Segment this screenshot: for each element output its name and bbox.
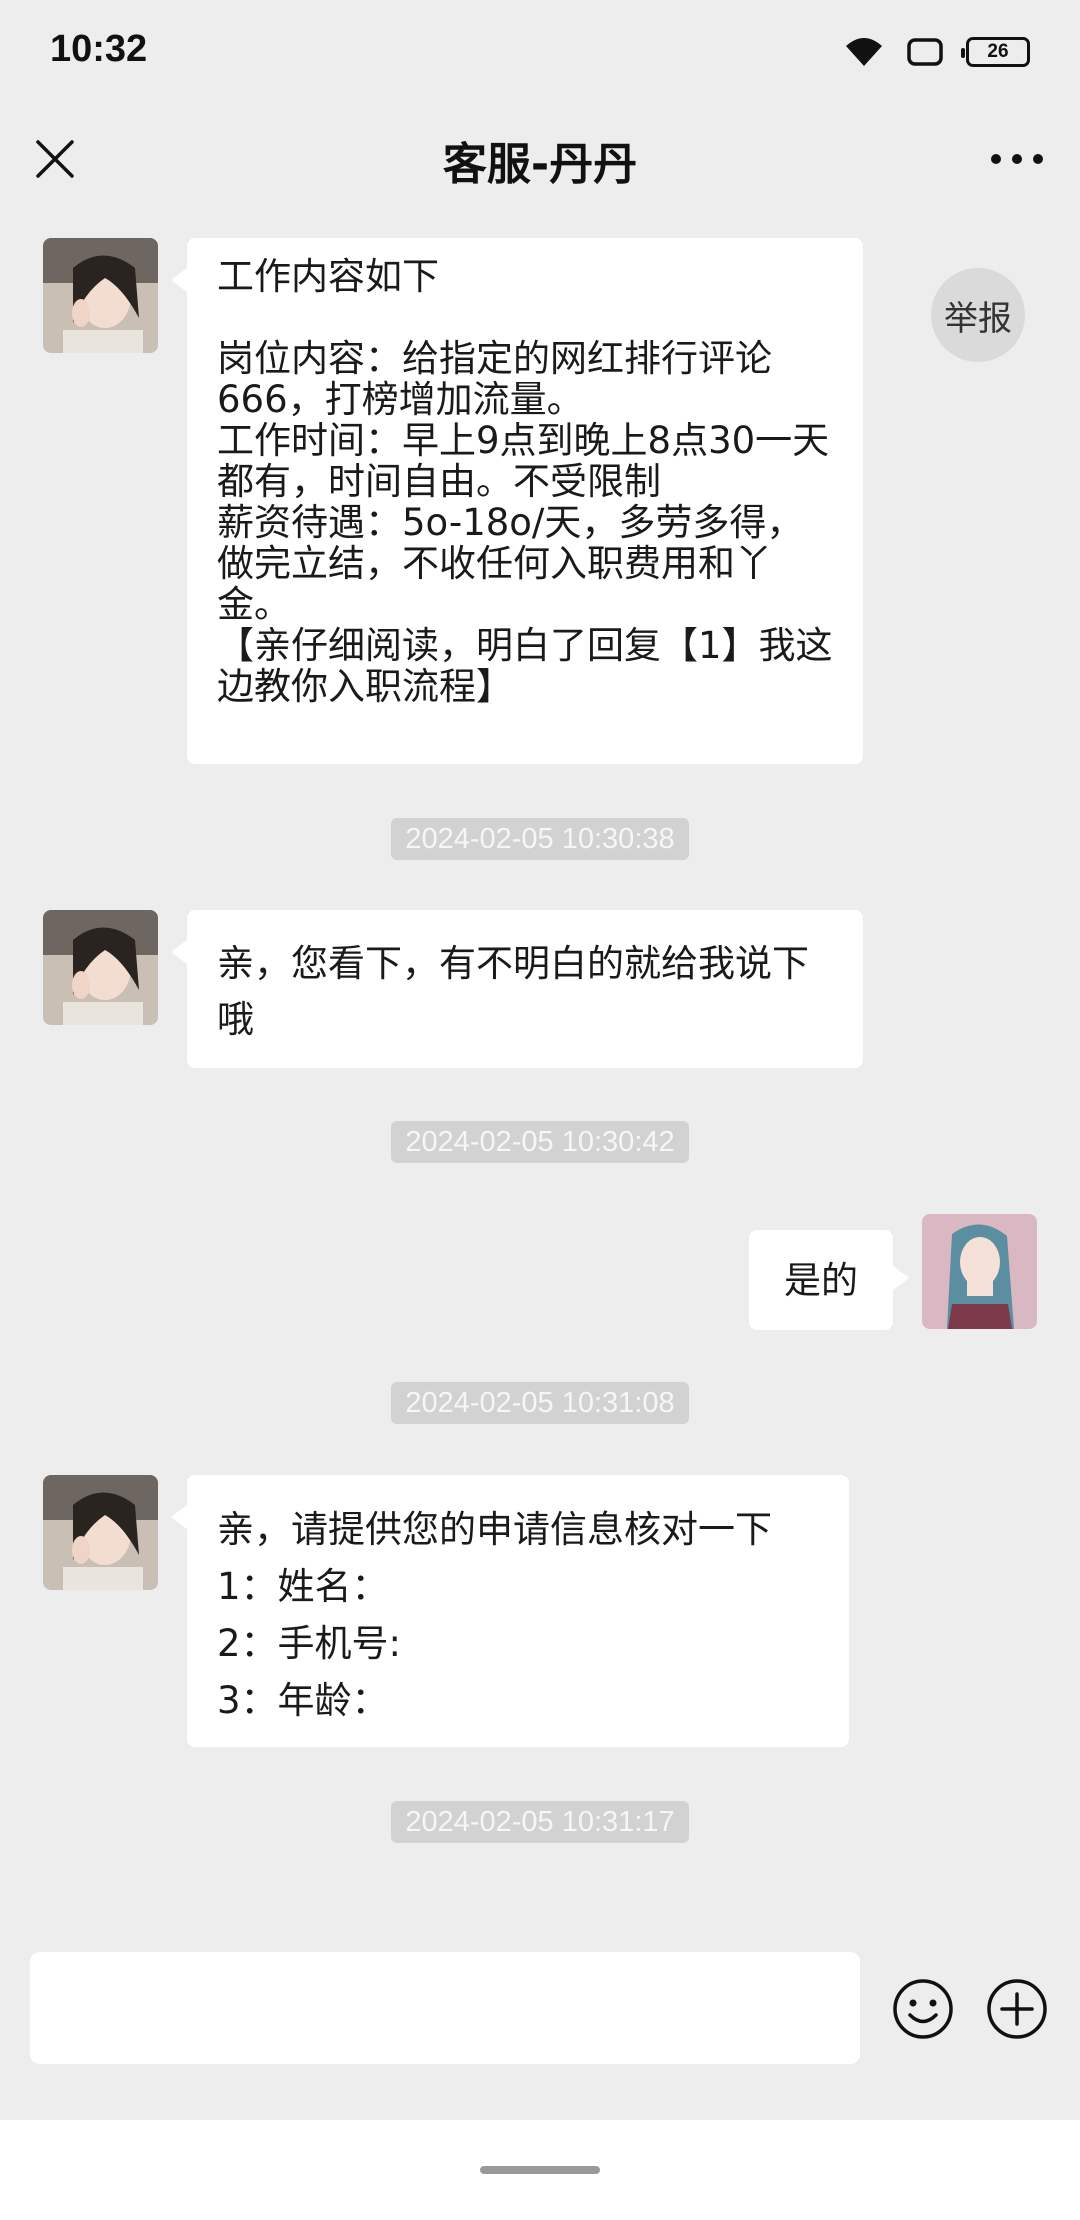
timestamp: 2024-02-05 10:31:08 bbox=[0, 1382, 1080, 1424]
chat-area[interactable]: 工作内容如下 岗位内容：给指定的网红排行评论666，打榜增加流量。 工作时间：早… bbox=[0, 212, 1080, 1902]
message-bubble-self[interactable]: 是的 bbox=[749, 1230, 909, 1330]
status-icons: 26 bbox=[844, 32, 1030, 72]
timestamp-label: 2024-02-05 10:30:38 bbox=[391, 818, 689, 860]
timestamp-label: 2024-02-05 10:31:17 bbox=[391, 1801, 689, 1843]
plus-icon[interactable] bbox=[986, 1978, 1048, 2040]
avatar[interactable] bbox=[43, 238, 158, 353]
avatar[interactable] bbox=[43, 1475, 158, 1590]
message-bubble[interactable]: 亲，请提供您的申请信息核对一下 1：姓名： 2：手机号: 3：年龄： bbox=[171, 1475, 849, 1747]
more-icon bbox=[991, 154, 1043, 164]
message-bubble[interactable]: 工作内容如下 岗位内容：给指定的网红排行评论666，打榜增加流量。 工作时间：早… bbox=[171, 238, 863, 764]
timestamp-label: 2024-02-05 10:31:08 bbox=[391, 1382, 689, 1424]
emoji-icon[interactable] bbox=[892, 1978, 954, 2040]
battery-level: 26 bbox=[987, 41, 1009, 62]
more-button[interactable] bbox=[982, 118, 1052, 200]
avatar-self[interactable] bbox=[922, 1214, 1037, 1329]
home-indicator[interactable] bbox=[480, 2166, 600, 2174]
report-button[interactable]: 举报 bbox=[931, 268, 1025, 362]
bottom-nav bbox=[0, 2120, 1080, 2220]
timestamp-label: 2024-02-05 10:30:42 bbox=[391, 1121, 689, 1163]
timestamp: 2024-02-05 10:30:38 bbox=[0, 818, 1080, 860]
message-bubble[interactable]: 亲，您看下，有不明白的就给我说下哦 bbox=[171, 910, 863, 1068]
status-time: 10:32 bbox=[50, 28, 148, 70]
message-input[interactable] bbox=[30, 1952, 860, 2064]
timestamp: 2024-02-05 10:30:42 bbox=[0, 1121, 1080, 1163]
timestamp: 2024-02-05 10:31:17 bbox=[0, 1801, 1080, 1843]
page-title: 客服-丹丹 bbox=[442, 139, 638, 190]
wifi-icon bbox=[846, 38, 882, 66]
input-bar bbox=[0, 1900, 1080, 2120]
status-bar: 10:32 26 bbox=[0, 0, 1080, 108]
battery-icon: 26 bbox=[961, 37, 1030, 67]
screen-icon bbox=[907, 38, 943, 66]
avatar[interactable] bbox=[43, 910, 158, 1025]
